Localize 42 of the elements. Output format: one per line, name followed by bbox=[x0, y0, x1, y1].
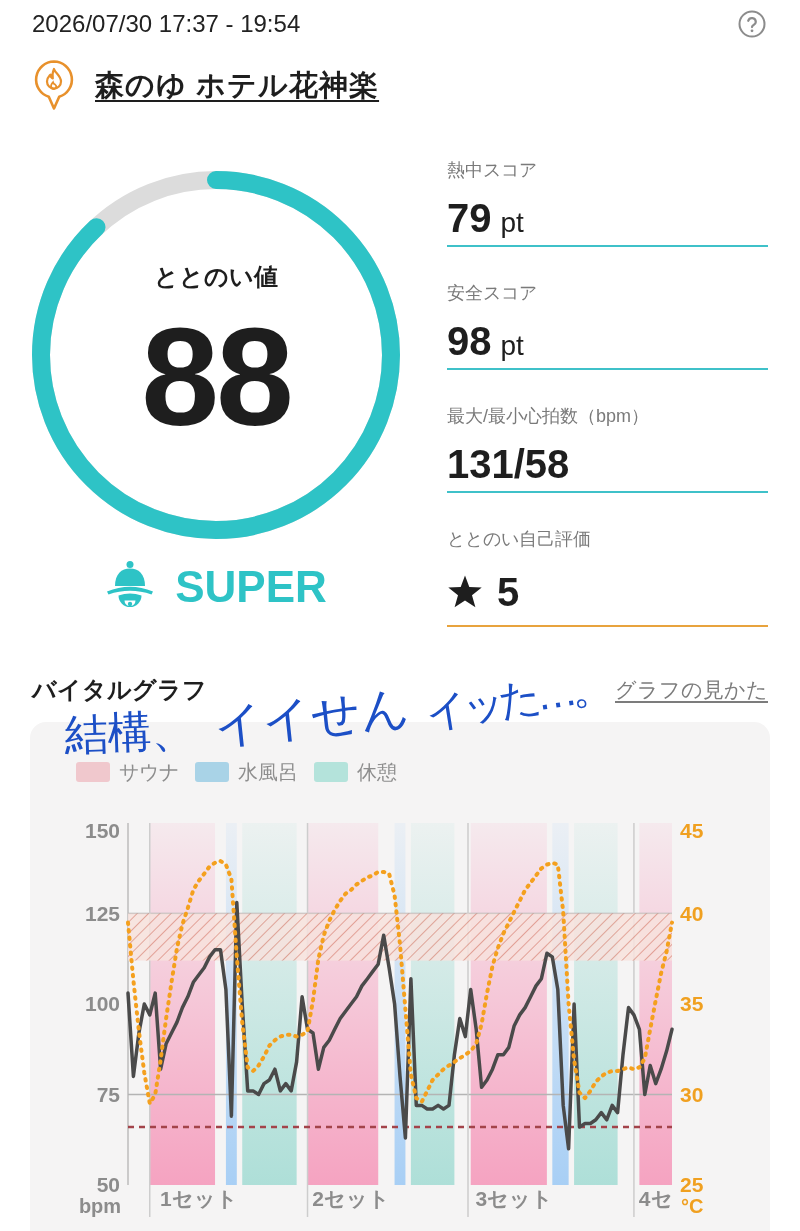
unit-label: pt bbox=[500, 206, 524, 240]
handwritten-note: イイせん bbox=[211, 679, 412, 754]
score-value: 88 bbox=[141, 317, 291, 437]
set-label: 3セット bbox=[475, 1187, 554, 1210]
handwritten-note: 結構、 bbox=[63, 707, 197, 758]
axis-tick-label: 25 bbox=[680, 1173, 704, 1196]
handwritten-note: イッた…。 bbox=[422, 661, 611, 738]
score-label: ととのい値 bbox=[154, 263, 278, 291]
metric-value: 79 bbox=[447, 196, 492, 240]
legend-label: 水風呂 bbox=[238, 760, 298, 784]
rank-label: SUPER bbox=[175, 561, 327, 613]
metric-label: ととのい自己評価 bbox=[447, 528, 592, 551]
flame-pin-icon bbox=[33, 59, 75, 111]
help-icon[interactable] bbox=[738, 10, 766, 38]
axis-tick-label: 150 bbox=[84, 819, 120, 842]
axis-unit-label: °C bbox=[681, 1195, 704, 1217]
axis-tick-label: 50 bbox=[96, 1173, 120, 1196]
axis-tick-label: 35 bbox=[680, 992, 704, 1015]
set-label: 2セット bbox=[312, 1187, 390, 1210]
axis-tick-label: 40 bbox=[680, 901, 704, 925]
rating-value: 5 bbox=[497, 569, 520, 616]
axis-tick-label: 125 bbox=[84, 901, 120, 925]
session-datetime: 2026/07/30 17:37 - 19:54 bbox=[32, 9, 301, 39]
set-label: 1セット bbox=[159, 1187, 238, 1210]
facility-link[interactable]: 森のゆ ホテル花神楽 bbox=[95, 67, 380, 103]
metric-value: 131/58 bbox=[447, 442, 570, 486]
metric-label: 安全スコア bbox=[447, 282, 538, 305]
legend-label: サウナ bbox=[119, 760, 179, 784]
graph-help-link[interactable]: グラフの見かた bbox=[615, 676, 768, 704]
axis-tick-label: 45 bbox=[680, 819, 704, 842]
star-icon bbox=[447, 575, 483, 609]
metric-value: 98 bbox=[447, 319, 492, 363]
legend-label: 休憩 bbox=[357, 760, 397, 784]
set-label: 4セ bbox=[638, 1187, 673, 1210]
axis-tick-label: 30 bbox=[680, 1082, 704, 1106]
metric-label: 最大/最小心拍数（bpm） bbox=[447, 405, 651, 428]
unit-label: pt bbox=[500, 329, 524, 363]
metric-label: 熱中スコア bbox=[447, 159, 538, 182]
axis-tick-label: 100 bbox=[84, 992, 120, 1015]
section-title: バイタルグラフ bbox=[32, 675, 207, 705]
axis-unit-label: bpm bbox=[78, 1195, 122, 1217]
axis-tick-label: 75 bbox=[96, 1082, 120, 1106]
